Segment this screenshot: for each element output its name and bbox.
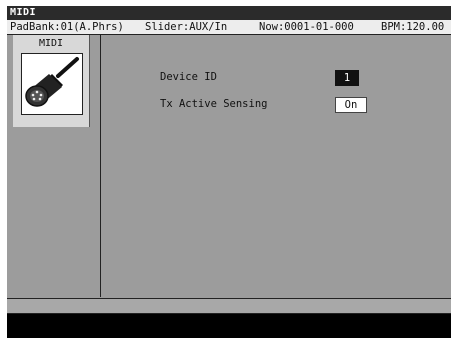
device-id-row: Device ID 1	[101, 69, 451, 87]
sidebar: MIDI	[7, 35, 101, 297]
status-bar: PadBank:01(A.Phrs) Slider:AUX/In Now:000…	[7, 20, 451, 35]
sidebar-item-label: MIDI	[38, 38, 64, 49]
device-id-label: Device ID	[160, 71, 217, 83]
padbank-status: PadBank:01(A.Phrs)	[10, 21, 124, 33]
tx-active-sensing-field[interactable]: On	[335, 97, 367, 113]
title-bar: MIDI	[7, 6, 451, 20]
midi-connector-icon	[21, 53, 83, 115]
sidebar-item-midi[interactable]: MIDI	[13, 35, 90, 127]
now-status: Now:0001-01-000	[259, 21, 354, 33]
slider-status: Slider:AUX/In	[145, 21, 228, 33]
parameter-panel: Device ID 1 Tx Active Sensing On	[101, 35, 451, 297]
window-title: MIDI	[10, 7, 37, 18]
bpm-status: BPM:120.00	[381, 21, 445, 33]
device-id-field[interactable]: 1	[335, 70, 359, 86]
tx-active-sensing-label: Tx Active Sensing	[160, 98, 268, 110]
tx-active-sensing-row: Tx Active Sensing On	[101, 96, 451, 114]
function-bar	[7, 314, 451, 338]
midi-screen: MIDI PadBank:01(A.Phrs) Slider:AUX/In No…	[7, 6, 451, 338]
message-bar	[7, 298, 451, 314]
